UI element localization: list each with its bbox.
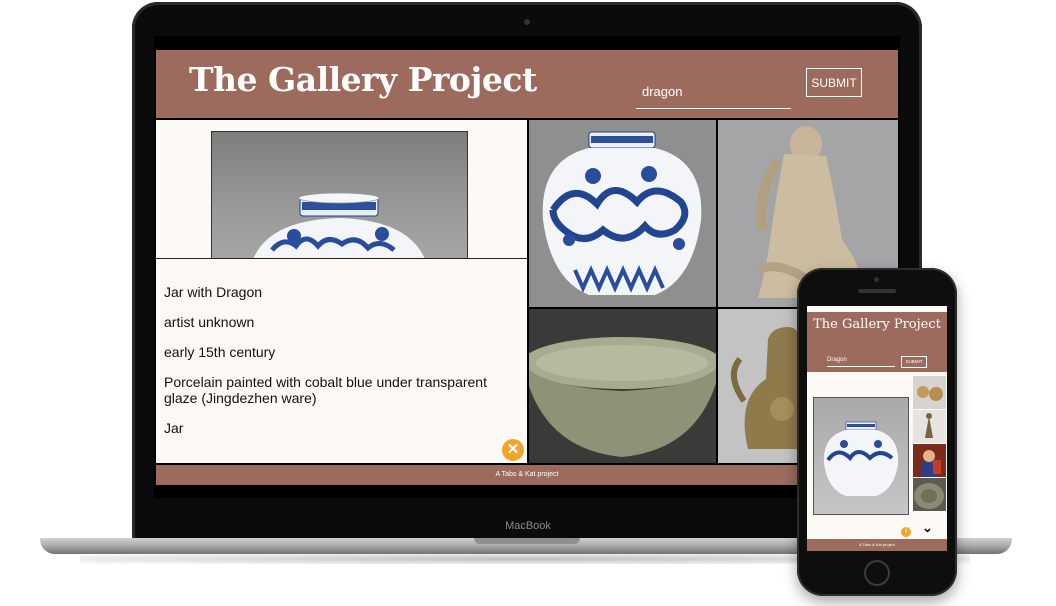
artwork-artist: artist unknown (164, 314, 255, 330)
artwork-classification: Jar (164, 420, 184, 436)
phone-thumbnail-figure[interactable] (913, 410, 946, 443)
phone-selected-artwork-image[interactable] (813, 397, 909, 515)
laptop-notch (474, 538, 580, 544)
phone-chevron-down-icon[interactable]: ⌄ (922, 520, 933, 536)
artwork-detail-panel: Jar with Dragon artist unknown early 15t… (156, 120, 527, 463)
jar-thumbnail-image (529, 120, 716, 307)
phone-thumb-2-image (913, 410, 946, 443)
laptop-screen: The Gallery Project SUBMIT Jar with Drag… (154, 36, 900, 498)
close-icon[interactable]: ✕ (502, 439, 524, 461)
phone-thumb-1-image (913, 376, 946, 409)
phone-site-footer: A Tabs & Kat project (807, 539, 947, 551)
site-footer: A Tabs & Kat project (156, 465, 898, 485)
phone-search-input[interactable]: Dragon (827, 354, 895, 367)
phone-site-header: The Gallery Project Dragon SUBMIT (807, 312, 947, 372)
phone-thumb-3-image (913, 444, 946, 477)
jar-image (252, 192, 426, 262)
phone-thumbnail-plate[interactable] (913, 478, 946, 511)
phone-info-icon[interactable]: i (901, 527, 911, 537)
bowl-thumbnail-image (529, 309, 716, 463)
artwork-date: early 15th century (164, 344, 276, 360)
phone-thumbnail-painting[interactable] (913, 444, 946, 477)
selected-artwork-image[interactable] (211, 131, 468, 263)
thumbnail-jar[interactable] (529, 120, 716, 307)
site-title: The Gallery Project (189, 60, 537, 99)
artwork-title: Jar with Dragon (164, 284, 263, 300)
artwork-info: Jar with Dragon artist unknown early 15t… (156, 258, 527, 463)
phone-camera-icon (874, 277, 879, 282)
thumbnail-bowl[interactable] (529, 309, 716, 463)
phone-jar-image (823, 421, 899, 496)
phone-thumb-4-image (913, 478, 946, 511)
phone: The Gallery Project Dragon SUBMIT i ⌄ A … (797, 268, 957, 596)
submit-button[interactable]: SUBMIT (806, 68, 862, 97)
site-header: The Gallery Project SUBMIT (156, 50, 898, 118)
webcam-icon (524, 19, 530, 25)
gallery-grid: Jar with Dragon artist unknown early 15t… (156, 120, 898, 463)
phone-site-title: The Gallery Project (813, 317, 941, 332)
artwork-medium: Porcelain painted with cobalt blue under… (164, 374, 487, 406)
phone-screen: The Gallery Project Dragon SUBMIT i ⌄ A … (807, 306, 947, 551)
search-input[interactable] (636, 75, 791, 109)
phone-speaker (858, 289, 896, 293)
phone-thumbnail-sculptures[interactable] (913, 376, 946, 409)
phone-home-button[interactable] (864, 560, 890, 586)
phone-submit-button[interactable]: SUBMIT (901, 356, 927, 368)
